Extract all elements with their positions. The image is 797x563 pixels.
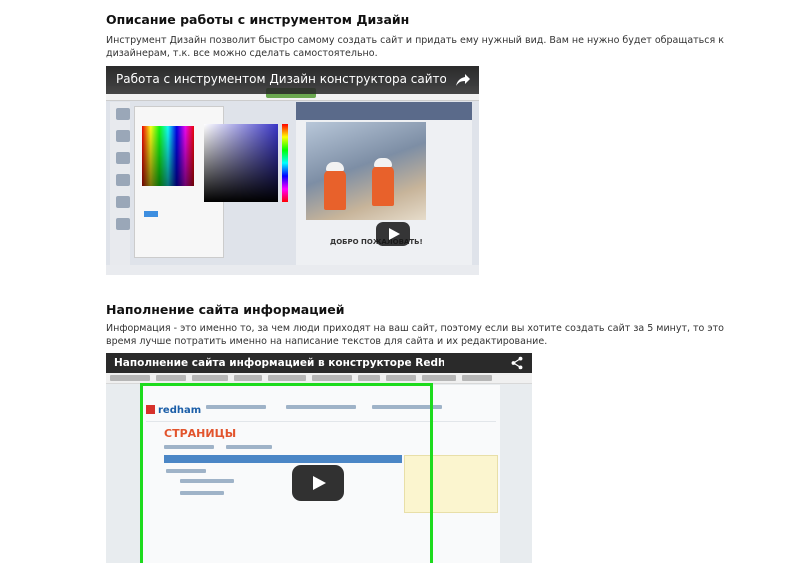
embedded-pages-heading: СТРАНИЦЫ	[164, 427, 237, 440]
share-icon[interactable]	[510, 356, 524, 370]
embedded-workers-photo	[306, 122, 426, 220]
video-player-design[interactable]: ДОБРО ПОЖАЛОВАТЬ! Работа с инструментом …	[106, 66, 479, 275]
highlight-frame-right	[430, 383, 433, 563]
video-titlebar: Наполнение сайта информацией в конструкт…	[106, 353, 532, 373]
section-title-design: Описание работы с инструментом Дизайн	[106, 12, 410, 27]
section-title-content: Наполнение сайта информацией	[106, 302, 345, 317]
video-player-content[interactable]: redham СТРАНИЦЫ Наполнение сайта информа…	[106, 353, 532, 563]
embedded-table-header	[164, 455, 402, 463]
highlight-frame-top	[140, 383, 433, 386]
embedded-logo: redham	[158, 405, 202, 416]
redham-logo-icon	[146, 405, 155, 414]
highlight-frame-left	[140, 383, 143, 563]
embedded-ok-button	[144, 211, 158, 217]
embedded-left-nav	[110, 102, 130, 267]
video-title[interactable]: Наполнение сайта информацией в конструкт…	[114, 357, 444, 369]
embedded-tip-box	[404, 455, 498, 513]
color-palette	[142, 126, 194, 186]
embedded-footer	[106, 265, 479, 275]
share-icon[interactable]	[455, 72, 471, 88]
embedded-site-header	[296, 102, 472, 120]
play-icon[interactable]	[376, 222, 410, 246]
hue-slider	[282, 124, 288, 202]
video-title[interactable]: Работа с инструментом Дизайн конструктор…	[116, 72, 446, 86]
section-description-content: Информация - это именно то, за чем люди …	[106, 323, 724, 347]
play-icon[interactable]	[292, 465, 344, 501]
color-gradient-picker	[204, 124, 278, 202]
video-titlebar: Работа с инструментом Дизайн конструктор…	[106, 66, 479, 94]
section-description-design: Инструмент Дизайн позволит быстро самому…	[106, 35, 724, 59]
